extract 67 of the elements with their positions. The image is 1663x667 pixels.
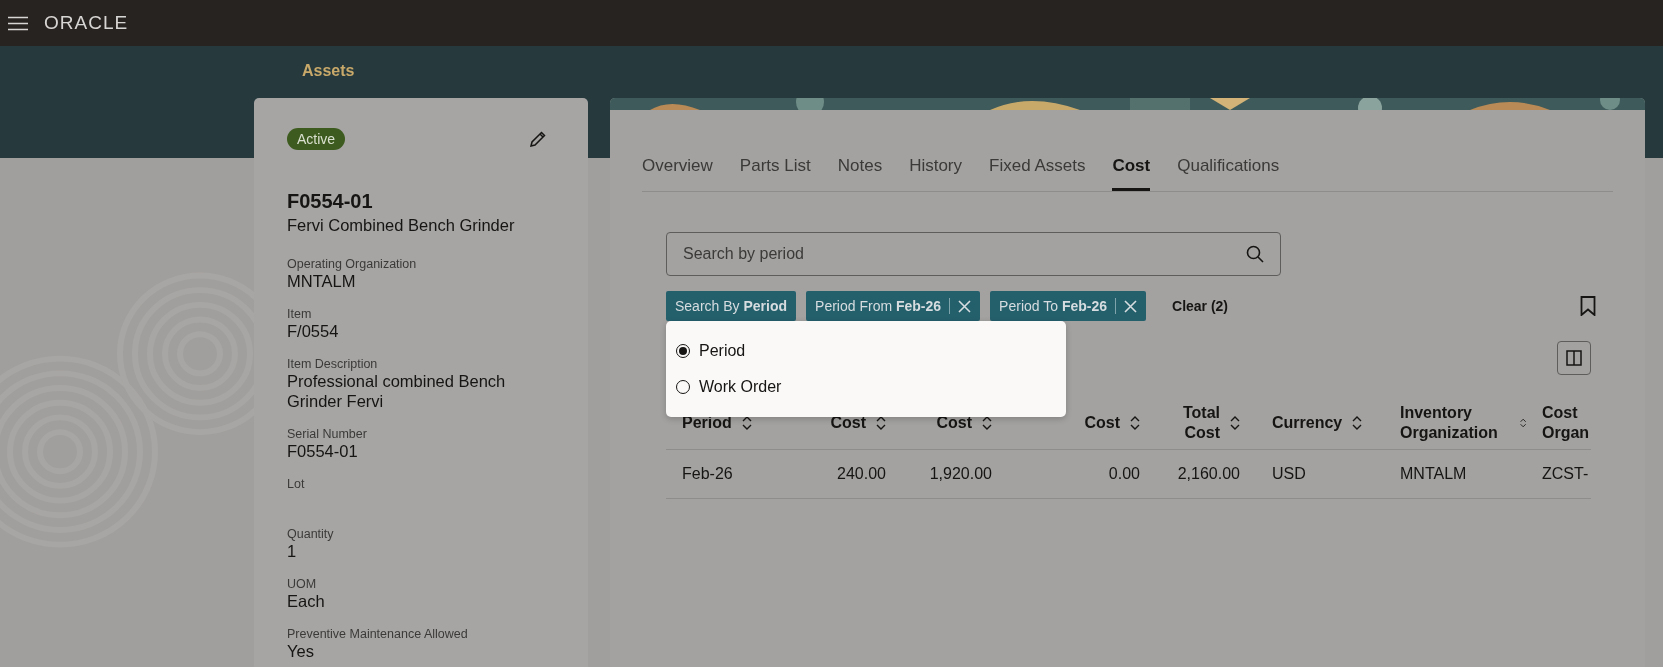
edit-icon[interactable]	[529, 130, 547, 148]
table-cell: Feb-26	[682, 465, 733, 482]
close-icon[interactable]	[958, 299, 972, 313]
field-label: Item Description	[287, 357, 379, 371]
tab[interactable]: Cost	[1112, 146, 1151, 191]
field-label: Serial Number	[287, 427, 368, 441]
table-cell: 1,920.00	[929, 465, 992, 482]
tab[interactable]: Qualifications	[1177, 146, 1280, 191]
table-cell: USD	[1272, 465, 1306, 482]
status-badge: Active	[287, 128, 346, 150]
field-value: 1	[287, 541, 298, 561]
chip-text: Search By Period	[675, 298, 788, 314]
search-icon[interactable]	[1246, 245, 1264, 263]
tab[interactable]: Overview	[642, 146, 713, 191]
column-header[interactable]: Currency	[1272, 413, 1343, 433]
tab[interactable]: Parts List	[739, 146, 811, 191]
table-cell: 0.00	[1108, 465, 1140, 482]
chip-text: Period From Feb-26	[815, 298, 942, 314]
filter-chip[interactable]: Period To Feb-26	[990, 291, 1146, 321]
table-cell: 240.00	[837, 465, 886, 482]
columns-icon	[1566, 350, 1582, 366]
asset-number: F0554-01	[287, 190, 374, 213]
sort-icon[interactable]	[876, 415, 886, 431]
asset-name: Fervi Combined Bench Grinder	[287, 216, 516, 235]
column-header[interactable]: Inventory Organization	[1400, 403, 1510, 443]
field-label: Quantity	[287, 527, 335, 541]
sort-icon[interactable]	[741, 415, 752, 431]
search-field[interactable]: Search by period	[666, 232, 1281, 276]
field-label: Preventive Maintenance Allowed	[287, 627, 469, 641]
table-cell: MNTALM	[1400, 465, 1467, 482]
logo[interactable]: ORACLE	[44, 12, 129, 34]
column-header[interactable]: Period	[682, 413, 732, 433]
tab[interactable]: History	[909, 146, 963, 191]
bookmark-icon[interactable]	[1580, 296, 1596, 316]
filter-chip[interactable]: Period From Feb-26	[806, 291, 981, 321]
field-label: UOM	[287, 577, 318, 591]
sort-icon[interactable]	[982, 415, 992, 431]
filter-chip[interactable]: Search By Period	[666, 291, 797, 321]
sort-icon[interactable]	[1230, 415, 1240, 431]
clear-link[interactable]: Clear (2)	[1172, 298, 1229, 314]
field-label: Operating Organization	[287, 257, 418, 271]
field-value: Professional combined Bench Grinder Fervi	[287, 371, 507, 411]
field-label: Lot	[287, 477, 306, 491]
table-cell: ZCST-	[1542, 465, 1589, 482]
field-value: MNTALM	[287, 271, 357, 291]
columns-button[interactable]	[1557, 341, 1591, 375]
menu-option[interactable]: Work Order	[676, 369, 1056, 405]
field-value: Yes	[287, 641, 315, 661]
field-value: F/0554	[287, 321, 340, 341]
field-value: F0554-01	[287, 441, 359, 461]
tab[interactable]: Notes	[837, 146, 883, 191]
sort-icon[interactable]	[1352, 415, 1363, 431]
column-header[interactable]: Total Cost	[1182, 403, 1220, 443]
column-header[interactable]: Cost Organ	[1542, 403, 1588, 443]
page-title: Assets	[302, 62, 355, 79]
sort-icon[interactable]	[1130, 415, 1140, 431]
chip-text: Period To Feb-26	[999, 298, 1107, 314]
field-value: Each	[287, 591, 326, 611]
field-label: Item	[287, 307, 313, 321]
menu-option[interactable]: Period	[676, 333, 1056, 369]
column-header[interactable]: Cost	[936, 413, 972, 433]
column-header[interactable]: Cost	[1084, 413, 1120, 433]
column-header[interactable]: Cost	[830, 413, 866, 433]
close-icon[interactable]	[1124, 299, 1137, 313]
table-cell: 2,160.00	[1177, 465, 1240, 482]
tab[interactable]: Fixed Assets	[989, 146, 1086, 191]
menu-icon[interactable]	[8, 15, 28, 31]
